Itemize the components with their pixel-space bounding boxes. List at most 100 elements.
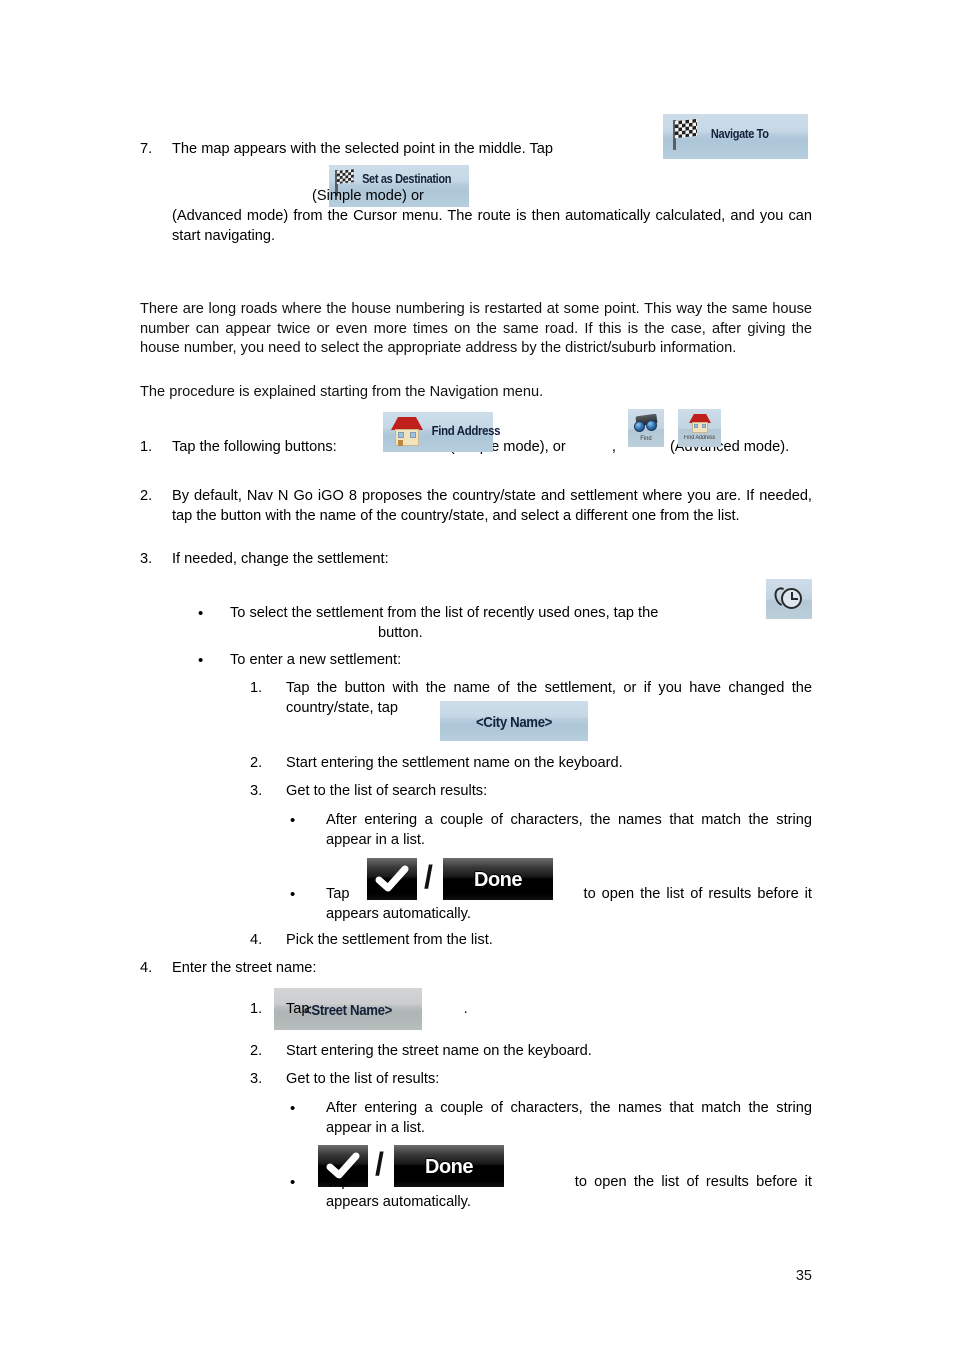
step-3-sub-2-block: 2. Start entering the settlement name on…: [140, 754, 812, 774]
step-3-deep-bullet-2-row: • Tap to open the list of results before…: [290, 885, 812, 924]
step-2-marker: 2.: [140, 488, 153, 504]
step-3-row: 3. If needed, change the settlement:: [140, 550, 812, 570]
step-4-sub-1-row: 1. Tap .: [250, 1000, 812, 1020]
step-4-sub-3-text: Get to the list of results:: [286, 1071, 440, 1087]
tap-street-text: Tap: [286, 1001, 310, 1017]
open-results-text-1: to open the list of results before it ap…: [326, 886, 812, 922]
step-7-tail: (Advanced mode) from the Cursor menu. Th…: [172, 208, 812, 244]
find-mini-label: Find: [640, 435, 652, 442]
step-3-bullet-1-tail: button.: [378, 625, 423, 641]
navigate-to-label: Navigate To: [710, 127, 769, 141]
step-3-sub-4-block: 4. Pick the settlement from the list.: [140, 931, 812, 951]
step-4-sub-2-block: 2. Start entering the street name on the…: [140, 1042, 812, 1062]
recent-settlement-text-before: To select the settlement from the list o…: [230, 605, 659, 621]
step-4-sub-2-marker: 2.: [250, 1043, 263, 1059]
bullet-icon-3: •: [290, 812, 296, 829]
find-address-button[interactable]: Find Address: [383, 412, 500, 452]
step-4-sub-1-block: 1. Tap .: [140, 1000, 812, 1020]
checkered-flag-icon: [675, 118, 697, 139]
find-address-label: Find Address: [431, 423, 501, 438]
step-3-bullet-2-block: • To enter a new settlement:: [140, 651, 812, 671]
step-4-sub-2-text: Start entering the street name on the ke…: [286, 1043, 592, 1059]
step-3-bullet-1-block: • To select the settlement from the list…: [140, 604, 812, 624]
step-3-deep-bullet-2-block: • Tap to open the list of results before…: [140, 885, 812, 924]
step-3-bullet-2-row: • To enter a new settlement:: [198, 651, 812, 671]
bullet-icon-6: •: [290, 1174, 296, 1191]
document-page: 7. The map appears with the selected poi…: [140, 0, 812, 1350]
step-2-text: By default, Nav N Go iGO 8 proposes the …: [172, 488, 812, 524]
page-number: 35: [795, 1268, 812, 1284]
step-4-sub-3-block: 3. Get to the list of results:: [140, 1070, 812, 1090]
house-window-left: [398, 432, 404, 438]
binoculars-lens-right: [646, 420, 657, 431]
step-4-row: 4. Enter the street name:: [140, 959, 812, 979]
set-as-destination-label: Set as Destination: [362, 172, 452, 186]
bullet-icon-2: •: [198, 652, 204, 669]
find-address-mini-label: Find Address: [683, 435, 716, 441]
city-name-button[interactable]: <City Name>: [440, 701, 588, 741]
step-4-sub-1-marker: 1.: [250, 1001, 263, 1017]
step-4-marker: 4.: [140, 960, 153, 976]
step-3-sub-4-text: Pick the settlement from the list.: [286, 932, 493, 948]
bullet-icon-4: •: [290, 886, 296, 903]
intro-paragraph-2: The procedure is explained starting from…: [140, 384, 544, 400]
step-2-block: 2. By default, Nav N Go iGO 8 proposes t…: [140, 487, 812, 526]
city-name-label: <City Name>: [475, 714, 553, 731]
house-door: [398, 440, 403, 446]
step-3-deep-bullet-2-text: Tap to open the list of results before i…: [326, 885, 812, 924]
step-3-bullet-1-row: • To select the settlement from the list…: [198, 604, 812, 624]
street-name-period: .: [463, 1001, 468, 1017]
house-window-mini-left: [694, 424, 698, 428]
intro-paragraph-1: There are long roads where the house num…: [140, 301, 812, 356]
step-3-deep-bullet-1-block: • After entering a couple of characters,…: [140, 811, 812, 850]
house-window-mini-right: [702, 424, 706, 428]
step-3-sub-4-marker: 4.: [250, 932, 263, 948]
step-4-block: 4. Enter the street name:: [140, 959, 812, 979]
checkered-flag-icon-2: [337, 169, 354, 184]
step-4-sub-3-marker: 3.: [250, 1071, 263, 1087]
step-3-sub-2-marker: 2.: [250, 755, 263, 771]
step-3-sub-3-text: Get to the list of search results:: [286, 783, 488, 799]
step-4-text: Enter the street name:: [172, 960, 317, 976]
step-3-block: 3. If needed, change the settlement:: [140, 550, 812, 570]
bullet-icon-5: •: [290, 1100, 296, 1117]
step-4-deep-bullet-1-row: • After entering a couple of characters,…: [290, 1099, 812, 1138]
step-1-text-before: Tap the following buttons:: [172, 439, 337, 455]
step-2-row: 2. By default, Nav N Go iGO 8 proposes t…: [140, 487, 812, 526]
step-3-sub-2-text: Start entering the settlement name on th…: [286, 755, 623, 771]
step-4-sub-2-row: 2. Start entering the street name on the…: [250, 1042, 812, 1062]
tap-text-1: Tap: [326, 886, 350, 902]
find-button-mini[interactable]: Find: [628, 409, 664, 447]
step-1-marker: 1.: [140, 439, 153, 455]
step-3-sub-1-marker: 1.: [250, 680, 263, 696]
step-3-sub-2-row: 2. Start entering the settlement name on…: [250, 754, 812, 774]
binoculars-lens-left: [634, 421, 645, 432]
step-7-marker: 7.: [140, 141, 153, 157]
step-1-comma: ,: [611, 439, 616, 455]
tap-text-2: Tap: [326, 1174, 350, 1190]
house-window-right: [410, 432, 416, 438]
step-4-deep-bullet-1-block: • After entering a couple of characters,…: [140, 1099, 812, 1138]
step-4-sub-1-text: Tap .: [286, 1000, 812, 1020]
step-7-text-before: The map appears with the selected point …: [172, 141, 554, 157]
step-3-bullet-1-text: To select the settlement from the list o…: [230, 604, 812, 624]
step-4-deep-bullet-2-row: • Tap to open the list of results before…: [290, 1173, 812, 1212]
navigate-to-button[interactable]: Navigate To: [663, 114, 808, 159]
step-3-bullet-2-text: To enter a new settlement:: [230, 652, 402, 668]
step-4-sub-3-row: 3. Get to the list of results:: [250, 1070, 812, 1090]
step-3-deep-bullet-1-row: • After entering a couple of characters,…: [290, 811, 812, 850]
step-4-deep-bullet-2-text: Tap to open the list of results before i…: [326, 1173, 812, 1212]
step-3-sub-3-block: 3. Get to the list of search results:: [140, 782, 812, 802]
find-address-button-mini[interactable]: Find Address: [678, 409, 721, 447]
step-3-text: If needed, change the settlement:: [172, 551, 389, 567]
step-4-deep-bullet-1-text: After entering a couple of characters, t…: [326, 1100, 812, 1136]
step-3-sub-3-marker: 3.: [250, 783, 263, 799]
open-results-text-2: to open the list of results before it ap…: [326, 1174, 812, 1210]
clock-hand-hour: [791, 598, 798, 600]
bullet-icon-1: •: [198, 605, 204, 622]
step-3-marker: 3.: [140, 551, 153, 567]
step-3-deep-bullet-1-text: After entering a couple of characters, t…: [326, 812, 812, 848]
step-3-sub-4-row: 4. Pick the settlement from the list.: [250, 931, 812, 951]
step-3-sub-3-row: 3. Get to the list of search results:: [250, 782, 812, 802]
step-4-deep-bullet-2-block: • Tap to open the list of results before…: [140, 1173, 812, 1212]
